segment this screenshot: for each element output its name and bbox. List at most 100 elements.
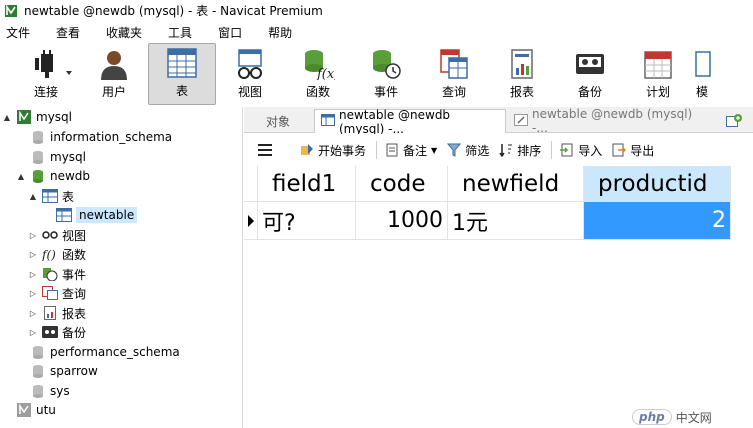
tree-item-information-schema[interactable]: information_schema bbox=[16, 127, 172, 147]
toolbar-separator bbox=[551, 141, 553, 159]
collapse-arrow-icon[interactable]: ▲ bbox=[2, 113, 12, 122]
view-icon bbox=[238, 49, 262, 79]
tab-objects[interactable]: 对象 bbox=[244, 109, 312, 133]
filter-button[interactable]: 筛选 bbox=[447, 142, 489, 159]
query-button[interactable]: 查询 bbox=[420, 43, 488, 105]
report-icon bbox=[511, 49, 533, 79]
database-icon bbox=[30, 363, 46, 379]
column-header-field1[interactable]: field1 bbox=[258, 166, 356, 202]
tree-item-label: 报表 bbox=[62, 306, 87, 321]
menu-view[interactable]: 查看 bbox=[50, 24, 92, 41]
tree-item-backups-folder[interactable]: ▷ 备份 bbox=[28, 322, 86, 342]
data-grid: field1 code newfield productid 可? 1000 1… bbox=[244, 166, 753, 428]
toolbar-label: 连接 bbox=[33, 85, 58, 99]
model-icon bbox=[695, 51, 711, 77]
column-header-productid[interactable]: productid bbox=[584, 166, 731, 202]
query-icon bbox=[42, 285, 58, 301]
user-button[interactable]: 用户 bbox=[80, 43, 148, 105]
tree-item-label: 表 bbox=[62, 189, 75, 204]
toolbar-label: 查询 bbox=[441, 85, 466, 99]
tree-item-label: sys bbox=[50, 384, 70, 398]
expand-arrow-icon[interactable]: ▷ bbox=[28, 309, 38, 318]
chevron-down-icon[interactable] bbox=[66, 71, 72, 75]
chevron-down-icon[interactable]: ▼ bbox=[431, 146, 437, 155]
expand-arrow-icon[interactable]: ▷ bbox=[28, 231, 38, 240]
cell-newfield[interactable]: 1元 bbox=[448, 202, 584, 240]
model-button[interactable]: 模 bbox=[692, 43, 712, 105]
design-table-icon bbox=[514, 113, 528, 129]
row-selector-header[interactable] bbox=[244, 166, 258, 202]
tab-label: newtable @newdb (mysql) -... bbox=[339, 107, 451, 136]
cell-code[interactable]: 1000 bbox=[356, 202, 448, 240]
cell-field1[interactable]: 可? bbox=[258, 202, 356, 240]
export-icon bbox=[612, 143, 627, 157]
tree-item-newdb[interactable]: ▲ newdb bbox=[16, 166, 90, 186]
column-header-code[interactable]: code bbox=[356, 166, 448, 202]
menu-favorites[interactable]: 收藏夹 bbox=[100, 24, 154, 41]
toolbar-label: 备份 bbox=[577, 85, 602, 99]
menu-window[interactable]: 窗口 bbox=[212, 24, 254, 41]
tree-item-views-folder[interactable]: ▷ 视图 bbox=[28, 225, 86, 245]
menu-help[interactable]: 帮助 bbox=[262, 24, 304, 41]
filter-icon bbox=[447, 143, 462, 157]
tree-item-tables-folder[interactable]: ▲ 表 bbox=[28, 186, 74, 206]
export-label: 导出 bbox=[630, 143, 655, 158]
sort-icon bbox=[499, 143, 513, 157]
export-button[interactable]: 导出 bbox=[612, 142, 654, 159]
table-button[interactable]: 表 bbox=[148, 43, 216, 105]
tree-item-queries-folder[interactable]: ▷ 查询 bbox=[28, 283, 86, 303]
window-title: newtable @newdb (mysql) - 表 - Navicat Pr… bbox=[24, 4, 323, 18]
toolbar-label: 表 bbox=[175, 84, 188, 98]
expand-arrow-icon[interactable]: ▷ bbox=[28, 270, 38, 279]
menu-button[interactable] bbox=[258, 144, 272, 156]
svg-text:f(x): f(x) bbox=[316, 67, 335, 80]
expand-arrow-icon[interactable]: ▷ bbox=[28, 328, 38, 337]
collapse-arrow-icon[interactable]: ▲ bbox=[16, 172, 26, 181]
tree-item-sparrow[interactable]: sparrow bbox=[16, 361, 98, 381]
function-icon: f() bbox=[42, 246, 58, 262]
hamburger-icon bbox=[258, 144, 272, 156]
tree-item-reports-folder[interactable]: ▷ 报表 bbox=[28, 303, 86, 323]
menu-tools[interactable]: 工具 bbox=[162, 24, 204, 41]
tab-bar: 对象 newtable @newdb (mysql) -... newtable… bbox=[244, 107, 753, 136]
report-button[interactable]: 报表 bbox=[488, 43, 556, 105]
cell-productid[interactable]: 2 bbox=[584, 202, 731, 240]
notes-button[interactable]: 备注 ▼ bbox=[385, 142, 437, 159]
menu-file[interactable]: 文件 bbox=[0, 24, 42, 41]
toolbar-label: 报表 bbox=[509, 85, 534, 99]
column-header-newfield[interactable]: newfield bbox=[448, 166, 584, 202]
tree-item-utu-connection[interactable]: utu bbox=[2, 400, 56, 420]
expand-arrow-icon[interactable]: ▷ bbox=[28, 289, 38, 298]
tree-item-functions-folder[interactable]: ▷ f() 函数 bbox=[28, 244, 86, 264]
import-button[interactable]: 导入 bbox=[560, 142, 602, 159]
tree-item-events-folder[interactable]: ▷ 事件 bbox=[28, 264, 86, 284]
view-button[interactable]: 视图 bbox=[216, 43, 284, 105]
schedule-button[interactable]: 计划 bbox=[624, 43, 692, 105]
database-open-icon bbox=[30, 168, 46, 184]
notes-icon bbox=[385, 143, 399, 157]
begin-transaction-button[interactable]: 开始事务 bbox=[300, 142, 366, 159]
connection-button[interactable]: 连接 bbox=[12, 43, 80, 105]
backup-icon bbox=[576, 54, 604, 74]
tree-item-sys[interactable]: sys bbox=[16, 381, 70, 401]
tab-newtable-design[interactable]: newtable @newdb (mysql) -... bbox=[508, 107, 716, 135]
collapse-arrow-icon[interactable]: ▲ bbox=[28, 192, 38, 201]
import-icon bbox=[560, 143, 574, 157]
navicat-app-icon bbox=[5, 3, 17, 17]
toolbar-label: 视图 bbox=[237, 85, 262, 99]
tree-item-performance-schema[interactable]: performance_schema bbox=[16, 342, 180, 362]
event-button[interactable]: 事件 bbox=[352, 43, 420, 105]
table-toolbar: 开始事务 备注 ▼ 筛选 排序 导入 导出 bbox=[244, 134, 753, 166]
expand-arrow-icon[interactable]: ▷ bbox=[28, 250, 38, 259]
new-tab-button[interactable] bbox=[720, 109, 748, 133]
tree-item-label: information_schema bbox=[50, 130, 173, 144]
backup-button[interactable]: 备份 bbox=[556, 43, 624, 105]
tree-item-mysql-connection[interactable]: ▲ mysql bbox=[2, 107, 72, 127]
current-row-indicator[interactable] bbox=[244, 202, 258, 240]
tree-item-newtable[interactable]: newtable bbox=[42, 205, 138, 225]
sort-button[interactable]: 排序 bbox=[499, 142, 541, 159]
tree-item-mysql-db[interactable]: mysql bbox=[16, 147, 86, 167]
tree-item-label: mysql bbox=[36, 110, 72, 124]
tab-newtable-active[interactable]: newtable @newdb (mysql) -... bbox=[314, 107, 506, 136]
function-button[interactable]: f(x) 函数 bbox=[284, 43, 352, 105]
